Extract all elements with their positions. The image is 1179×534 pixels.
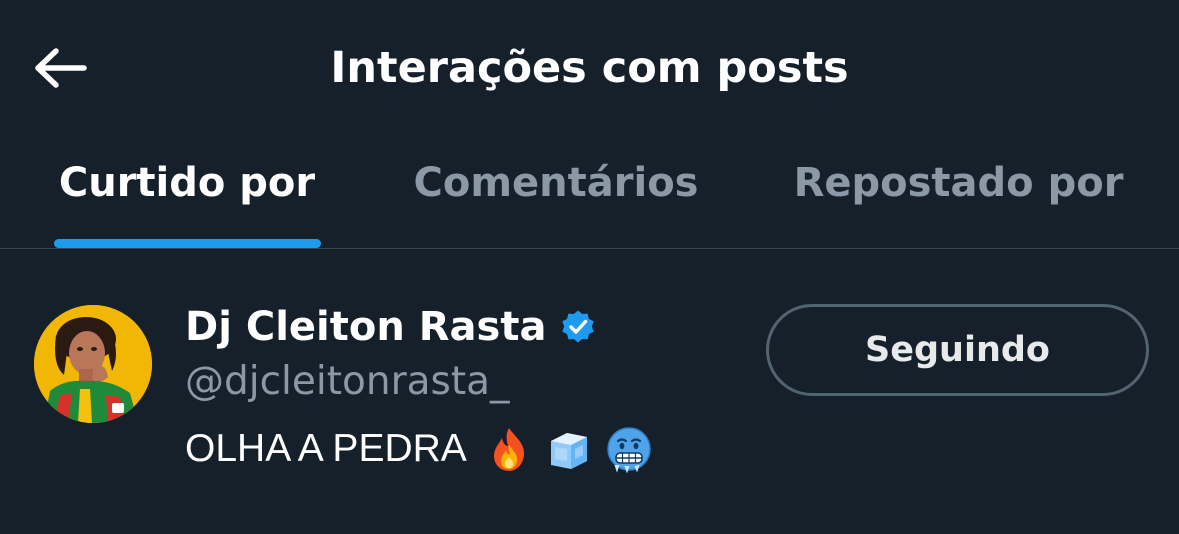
tab-liked-by[interactable]: Curtido por [0,140,374,248]
tab-bar: Curtido por Comentários Repostado por [0,140,1179,248]
tab-label: Curtido por [58,160,316,206]
ice-cube-emoji-icon [550,433,587,469]
interactions-screen: Interações com posts Curtido por Comentá… [0,0,1179,534]
top-bar: Interações com posts [0,0,1179,135]
bio-text: OLHA A PEDRA [185,427,467,470]
user-list-item[interactable]: Dj Cleiton Rasta @djcleitonrasta_ OLHA A… [0,249,1179,534]
tab-comments[interactable]: Comentários [374,140,738,248]
fire-emoji-icon [493,428,524,471]
following-button-label: Seguindo [865,330,1050,370]
user-info: Dj Cleiton Rasta @djcleitonrasta_ OLHA A… [185,299,653,477]
verified-badge-icon [562,310,595,343]
following-button[interactable]: Seguindo [766,304,1149,396]
avatar-image [34,305,152,423]
tab-reposted-by[interactable]: Repostado por [738,140,1179,248]
cold-face-emoji-icon [607,427,651,473]
tab-label: Repostado por [793,160,1124,206]
tab-label: Comentários [413,160,699,206]
page-title: Interações com posts [330,43,849,93]
user-bio: OLHA A PEDRA [185,421,653,477]
active-tab-indicator [54,239,321,248]
user-handle: @djcleitonrasta_ [185,359,510,404]
name-line: Dj Cleiton Rasta [185,299,653,355]
avatar[interactable] [34,305,152,423]
display-name[interactable]: Dj Cleiton Rasta [185,299,546,355]
